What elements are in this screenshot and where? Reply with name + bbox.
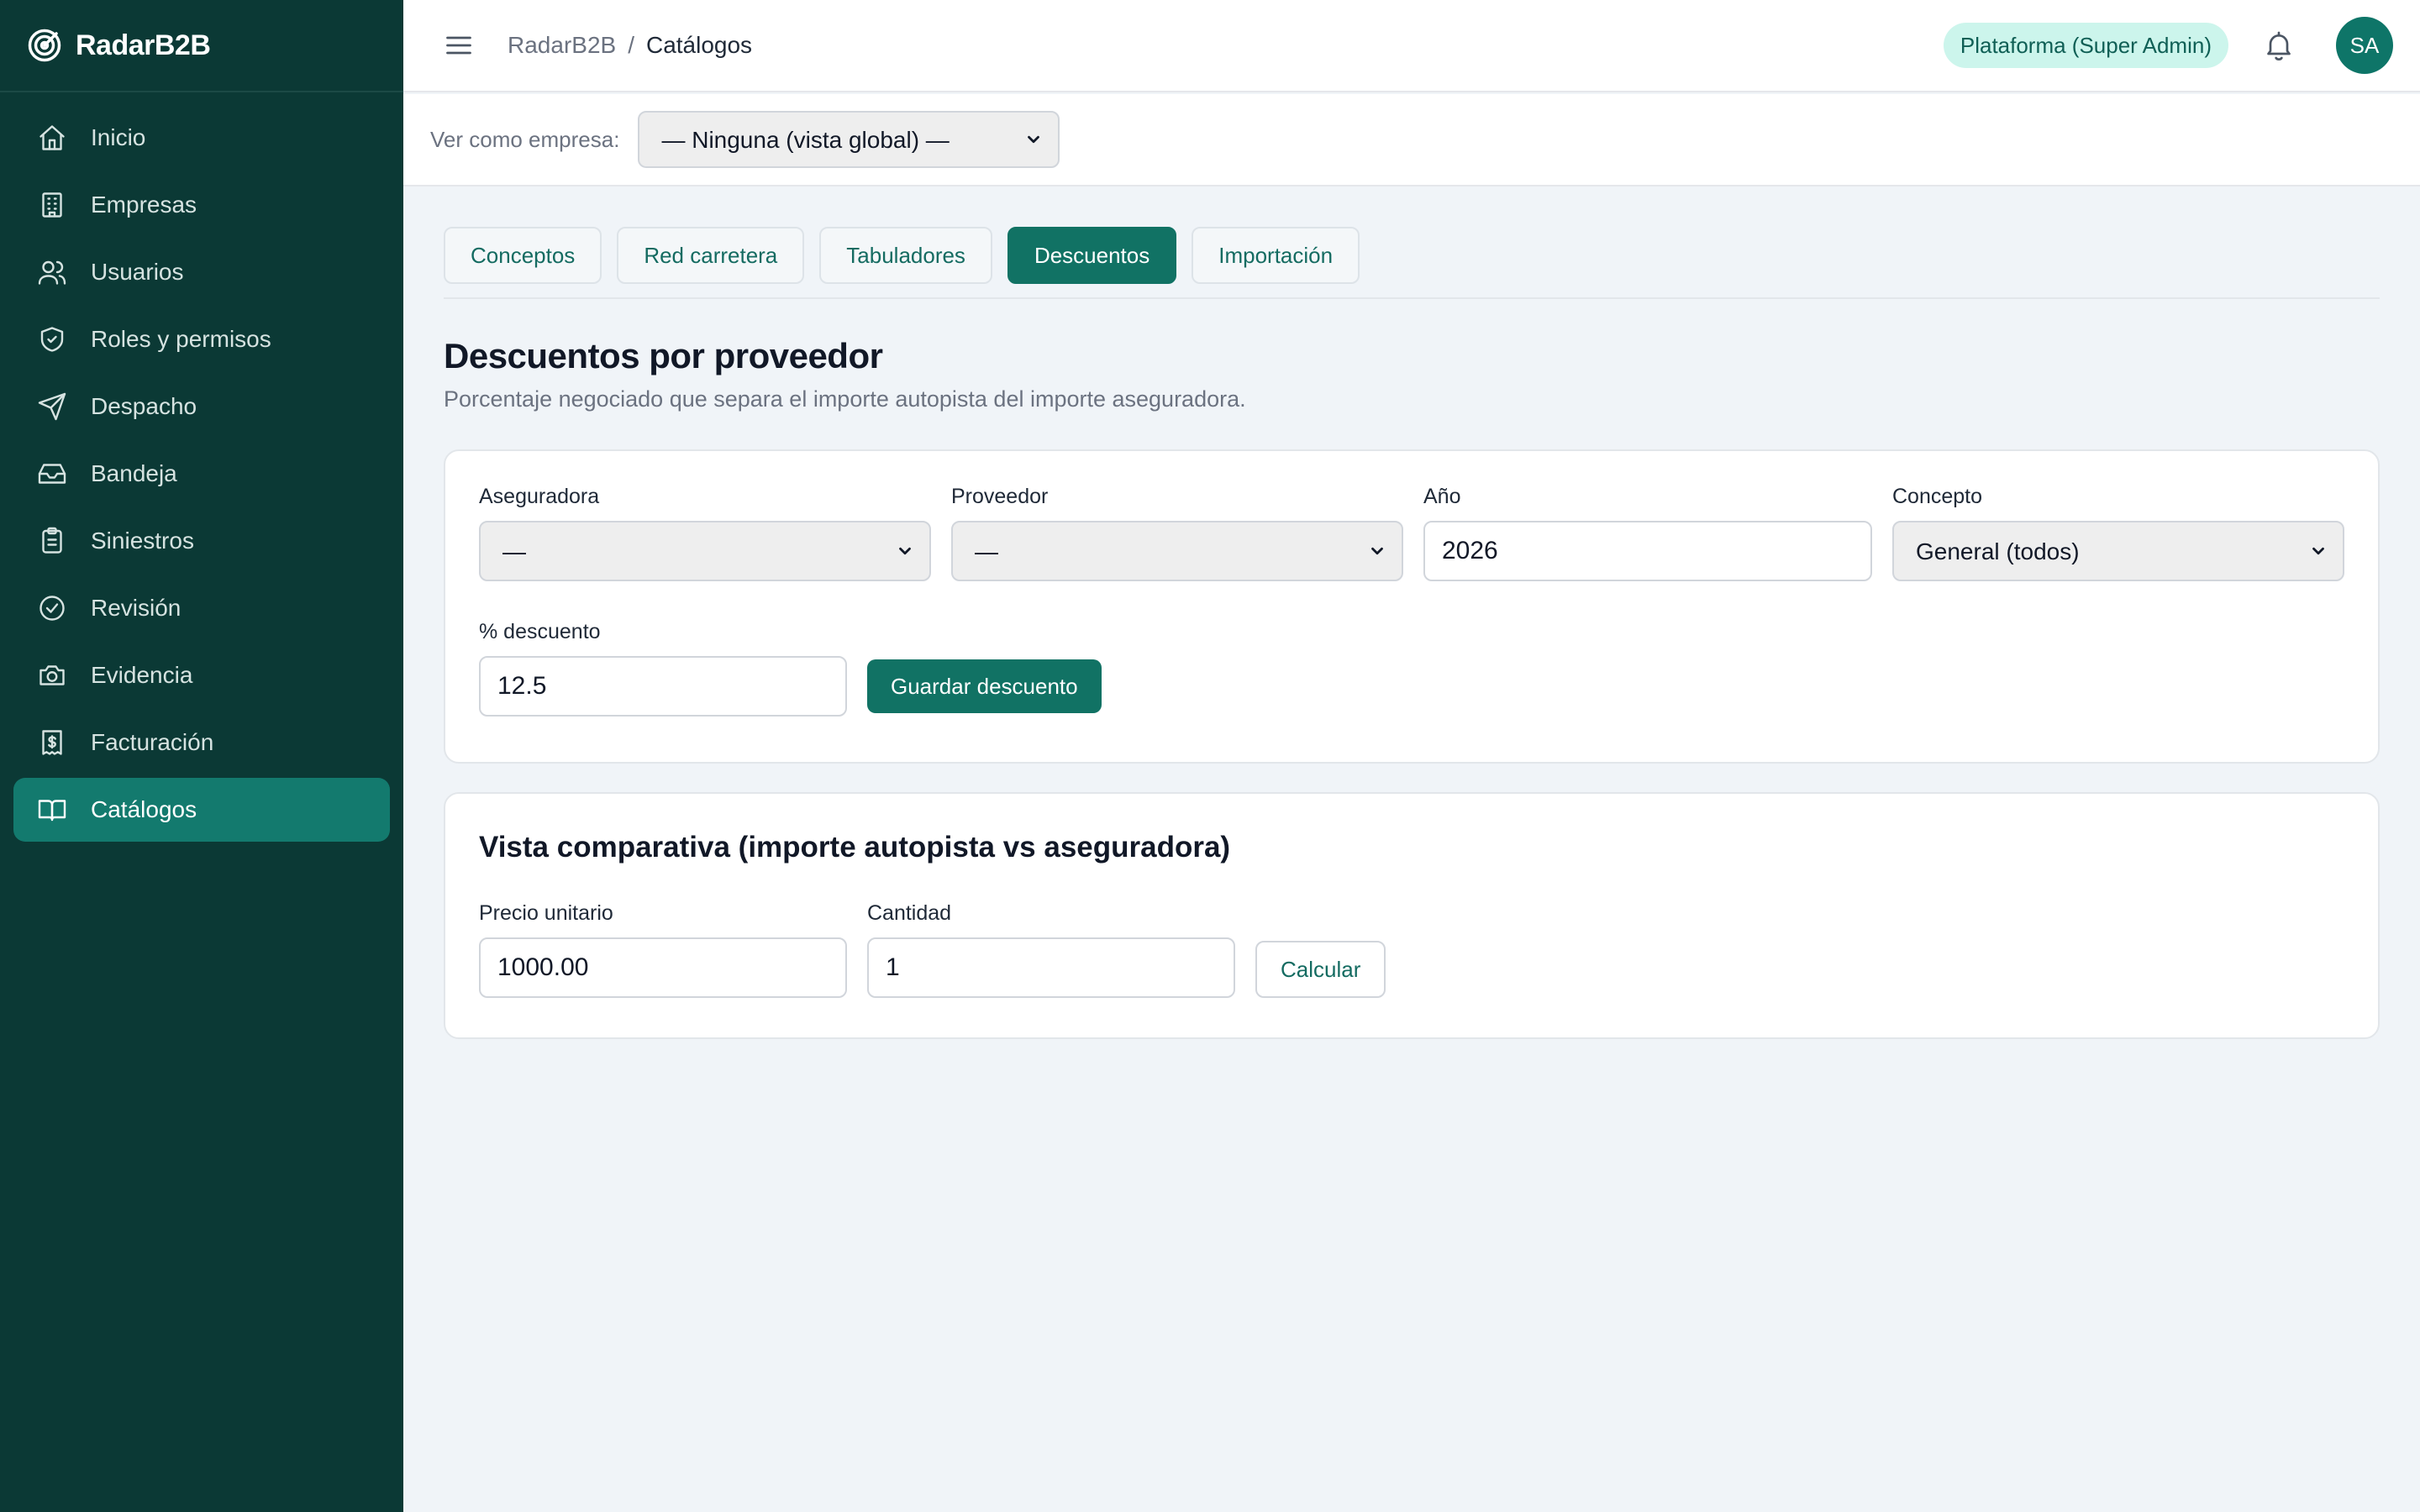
book-open-icon	[38, 800, 66, 822]
descuento-field: % descuento	[479, 620, 847, 717]
sidebar-item-siniestros[interactable]: Siniestros	[13, 509, 390, 573]
sidebar-item-label: Usuarios	[91, 259, 184, 285]
page-title: Descuentos por proveedor	[444, 336, 883, 375]
descuento-input[interactable]	[479, 656, 847, 717]
aseguradora-select-wrapper: —	[479, 521, 931, 581]
aseguradora-field: Aseguradora —	[479, 485, 931, 581]
precio-label: Precio unitario	[479, 901, 613, 925]
sidebar-item-despacho[interactable]: Despacho	[13, 375, 390, 438]
save-discount-button[interactable]: Guardar descuento	[867, 659, 1102, 713]
concepto-select[interactable]: General (todos)	[1892, 521, 2344, 581]
concepto-label: Concepto	[1892, 485, 1983, 508]
catalog-tabs: Conceptos Red carretera Tabuladores Desc…	[444, 227, 2380, 299]
send-icon	[38, 392, 66, 421]
concepto-select-wrapper: General (todos)	[1892, 521, 2344, 581]
proveedor-select[interactable]: —	[951, 521, 1403, 581]
sidebar-item-facturacion[interactable]: Facturación	[13, 711, 390, 774]
discount-filters-row: Aseguradora — Proveedor — Año 2026 Conce…	[479, 485, 2344, 581]
breadcrumb-root[interactable]: RadarB2B	[508, 32, 616, 59]
comparison-inputs-row: Precio unitario Cantidad Calcular	[479, 901, 2344, 998]
aseguradora-label: Aseguradora	[479, 485, 600, 508]
bell-icon[interactable]	[2262, 29, 2296, 62]
descuento-label: % descuento	[479, 620, 601, 643]
clipboard-icon	[42, 527, 62, 554]
anio-label: Año	[1423, 485, 1461, 508]
sidebar-item-label: Bandeja	[91, 460, 177, 486]
brand[interactable]: RadarB2B	[0, 0, 403, 92]
check-circle-icon	[39, 596, 65, 621]
sidebar-item-label: Siniestros	[91, 528, 194, 554]
comparison-card: Vista comparativa (importe autopista vs …	[444, 792, 2380, 1039]
proveedor-field: Proveedor —	[951, 485, 1403, 581]
sidebar-item-usuarios[interactable]: Usuarios	[13, 240, 390, 304]
sidebar-item-evidencia[interactable]: Evidencia	[13, 643, 390, 707]
header-actions: Plataforma (Super Admin) SA	[1943, 17, 2393, 74]
proveedor-select-wrapper: —	[951, 521, 1403, 581]
breadcrumb-separator: /	[628, 32, 634, 58]
sidebar-item-label: Inicio	[91, 124, 146, 150]
sidebar-item-label: Revisión	[91, 595, 182, 621]
company-select-wrapper: — Ninguna (vista global) —	[638, 111, 1060, 168]
sidebar-item-label: Facturación	[91, 729, 214, 755]
brand-name: RadarB2B	[76, 29, 211, 61]
sidebar-nav: Inicio Empresas Usuarios Roles y permiso…	[0, 92, 403, 858]
home-icon	[39, 125, 65, 150]
top-header: RadarB2B / Catálogos Plataforma (Super A…	[403, 0, 2420, 92]
breadcrumb: RadarB2B / Catálogos	[508, 32, 752, 59]
anio-field: Año	[1423, 485, 1872, 581]
sidebar-item-inicio[interactable]: Inicio	[13, 106, 390, 170]
shield-check-icon	[40, 327, 64, 352]
proveedor-label: Proveedor	[951, 485, 1049, 508]
sidebar-item-label: Empresas	[91, 192, 197, 218]
cantidad-label: Cantidad	[867, 901, 952, 925]
company-bar: Ver como empresa: — Ninguna (vista globa…	[403, 94, 2420, 186]
sidebar-item-catalogos[interactable]: Catálogos	[13, 778, 390, 842]
company-select-label: Ver como empresa:	[430, 126, 620, 152]
breadcrumb-current: Catálogos	[645, 32, 753, 58]
sidebar-item-bandeja[interactable]: Bandeja	[13, 442, 390, 506]
tab-tabuladores[interactable]: Tabuladores	[819, 227, 992, 284]
calculate-button[interactable]: Calcular	[1255, 941, 1386, 998]
sidebar-item-label: Roles y permisos	[91, 326, 271, 352]
comparison-title: Vista comparativa (importe autopista vs …	[479, 831, 1231, 864]
discount-value-row: % descuento Guardar descuento	[479, 620, 2344, 717]
concepto-field: Concepto General (todos)	[1892, 485, 2344, 581]
radar-logo-icon	[28, 29, 61, 62]
precio-input[interactable]	[479, 937, 847, 998]
sidebar-item-revision[interactable]: Revisión	[13, 576, 390, 640]
building-icon	[42, 192, 62, 218]
main-content: Conceptos Red carretera Tabuladores Desc…	[444, 186, 2380, 1039]
company-select[interactable]: — Ninguna (vista global) —	[638, 111, 1060, 168]
sidebar-item-roles[interactable]: Roles y permisos	[13, 307, 390, 371]
avatar[interactable]: SA	[2336, 17, 2393, 74]
aseguradora-select[interactable]: —	[479, 521, 931, 581]
sidebar-item-label: Despacho	[91, 393, 197, 419]
anio-input[interactable]	[1423, 521, 1872, 581]
sidebar-item-empresas[interactable]: Empresas	[13, 173, 390, 237]
tab-conceptos[interactable]: Conceptos	[444, 227, 602, 284]
users-icon	[38, 260, 66, 285]
tab-descuentos[interactable]: Descuentos	[1007, 227, 1177, 284]
inbox-icon	[38, 464, 66, 484]
sidebar-item-label: Catálogos	[91, 796, 197, 822]
tab-importacion[interactable]: Importación	[1192, 227, 1360, 284]
cantidad-input[interactable]	[867, 937, 1235, 998]
tab-red-carretera[interactable]: Red carretera	[617, 227, 805, 284]
menu-icon[interactable]	[444, 30, 474, 60]
sidebar-item-label: Evidencia	[91, 662, 193, 688]
receipt-icon	[42, 730, 62, 755]
cantidad-field: Cantidad	[867, 901, 1235, 998]
precio-field: Precio unitario	[479, 901, 847, 998]
discount-form-card: Aseguradora — Proveedor — Año 2026 Conce…	[444, 449, 2380, 764]
role-badge: Plataforma (Super Admin)	[1943, 23, 2228, 68]
camera-icon	[39, 665, 65, 685]
sidebar: RadarB2B Inicio Empresas Usuarios Roles …	[0, 0, 403, 1512]
page-subtitle: Porcentaje negociado que separa el impor…	[444, 386, 1246, 412]
